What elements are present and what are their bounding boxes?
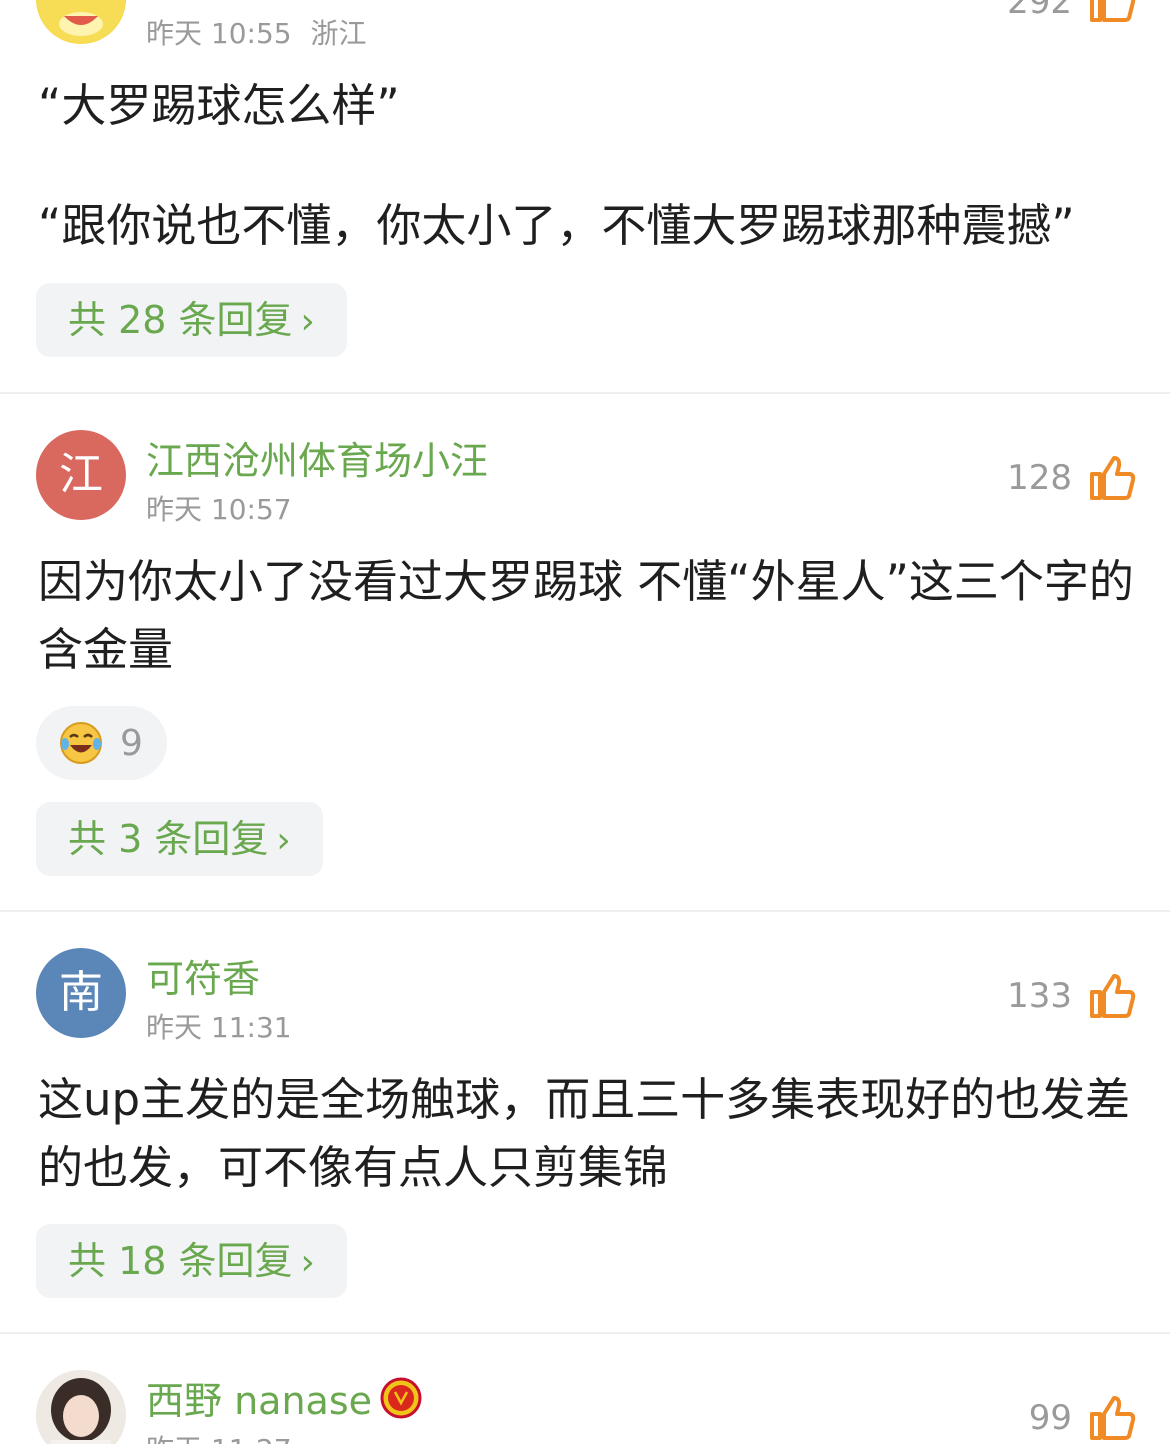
avatar[interactable] — [36, 0, 126, 44]
like-count: 99 — [1028, 1398, 1072, 1438]
comment-time: 昨天 10:57 — [146, 493, 292, 526]
comment-time: 昨天 10:55 — [146, 17, 292, 50]
comment-text: 这up主发的是全场触球，而且三十多集表现好的也发差的也发，可不像有点人只剪集锦 — [38, 1073, 1131, 1194]
comment-text: 因为你太小了没看过大罗踢球 不懂“外星人”这三个字的含金量 — [38, 555, 1134, 676]
view-replies-button[interactable]: 共 3 条回复 › — [36, 802, 323, 876]
comment-item: 昨天 10:55 浙江 292 “大罗踢球怎么样” “跟你说也不懂，你太小了，不… — [0, 0, 1170, 392]
comment-time: 昨天 11:27 — [146, 1428, 292, 1444]
comment-item: 江 江西沧州体育场小汪 昨天 10:57 128 因为你太小了没看过大罗踢球 不… — [0, 394, 1170, 910]
reaction-pill[interactable]: 9 — [36, 706, 167, 780]
like-count: 128 — [1007, 458, 1072, 498]
chevron-right-icon: › — [276, 820, 291, 861]
view-replies-button[interactable]: 共 28 条回复 › — [36, 283, 347, 357]
avatar[interactable] — [36, 1370, 126, 1444]
reply-count-label: 共 18 条回复 — [68, 1239, 293, 1283]
reply-count-label: 共 3 条回复 — [68, 817, 269, 861]
view-replies-button[interactable]: 共 18 条回复 › — [36, 1224, 347, 1298]
comment-time: 昨天 11:31 — [146, 1011, 292, 1044]
comment-text-line: “跟你说也不懂，你太小了，不懂大罗踢球那种震撼” — [38, 199, 1075, 252]
photo-avatar-icon — [36, 1370, 126, 1444]
like-count: 133 — [1007, 976, 1072, 1016]
comment-meta: 昨天 10:55 浙江 — [146, 12, 367, 52]
thumbs-up-icon[interactable] — [1088, 1394, 1136, 1442]
comment-location: 浙江 — [310, 17, 367, 50]
emoji-avatar-icon — [37, 0, 125, 43]
avatar-initial: 南 — [59, 967, 103, 1018]
avatar[interactable]: 南 — [36, 948, 126, 1038]
username[interactable]: 西野 nanase — [146, 1370, 422, 1425]
comment-item: 西野 nanase 昨天 11:27 99 — [0, 1334, 1170, 1444]
reaction-count: 9 — [120, 722, 143, 764]
manchester-united-badge-icon — [380, 1377, 422, 1418]
avatar[interactable]: 江 — [36, 430, 126, 520]
laughing-crying-emoji-icon — [60, 722, 102, 764]
username-text: 西野 nanase — [146, 1379, 372, 1423]
comment-feed: 昨天 10:55 浙江 292 “大罗踢球怎么样” “跟你说也不懂，你太小了，不… — [0, 0, 1170, 1444]
username[interactable]: 江西沧州体育场小汪 — [146, 430, 488, 485]
chevron-right-icon: › — [300, 1242, 315, 1283]
comment-text-line: “大罗踢球怎么样” — [38, 79, 400, 132]
username[interactable]: 可符香 — [146, 948, 260, 1003]
thumbs-up-icon[interactable] — [1088, 454, 1136, 502]
comment-item: 南 可符香 昨天 11:31 133 这up主发的是全场触球，而且三十多集表现好… — [0, 912, 1170, 1332]
reply-count-label: 共 28 条回复 — [68, 298, 293, 342]
avatar-initial: 江 — [59, 449, 103, 500]
thumbs-up-icon[interactable] — [1088, 972, 1136, 1020]
thumbs-up-icon[interactable] — [1088, 0, 1136, 24]
chevron-right-icon: › — [300, 301, 315, 342]
like-count: 292 — [1007, 0, 1072, 22]
